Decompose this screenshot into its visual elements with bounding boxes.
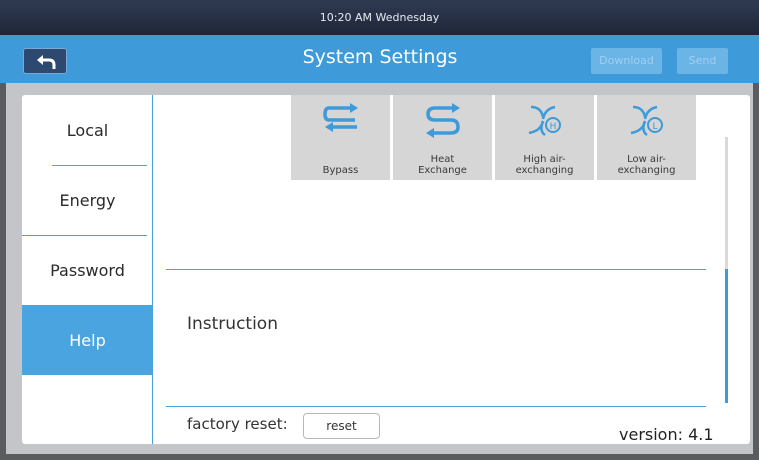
svg-text:H: H — [550, 122, 557, 132]
sidebar-item-password[interactable]: Password — [22, 235, 153, 305]
section-divider — [166, 406, 706, 407]
mode-label-line2: Exchange — [418, 165, 467, 176]
header-bar: System Settings Download Send — [0, 35, 759, 83]
mode-label-line1: Low air- — [627, 154, 666, 165]
section-divider — [166, 269, 706, 270]
sidebar-item-energy[interactable]: Energy — [22, 165, 153, 235]
page-title: System Settings — [302, 46, 458, 68]
download-button[interactable]: Download — [591, 48, 662, 74]
sidebar-item-label: Energy — [59, 190, 116, 210]
low-air-exchanging-icon: L — [630, 105, 663, 137]
send-button[interactable]: Send — [677, 48, 728, 74]
high-air-exchanging-icon: H — [528, 105, 561, 137]
bypass-icon — [323, 103, 358, 132]
settings-panel: Local Energy Password Help Bypass Heat E… — [22, 95, 750, 444]
sidebar-item-label: Local — [66, 120, 109, 140]
mode-bypass[interactable]: Bypass — [291, 95, 390, 180]
mode-label: Heat Exchange — [393, 154, 492, 176]
sidebar-item-label: Help — [69, 330, 106, 350]
mode-label-line2: exchanging — [617, 165, 676, 176]
reset-button[interactable]: reset — [303, 413, 380, 439]
sidebar-item-local[interactable]: Local — [22, 95, 153, 165]
heat-exchange-icon — [426, 103, 460, 138]
mode-label: Bypass — [291, 165, 390, 176]
mode-label-line1: Heat — [430, 154, 455, 165]
mode-label: Low air- exchanging — [597, 154, 696, 176]
sidebar-item-label: Password — [50, 260, 125, 280]
help-content: Bypass Heat Exchange H High air- exchang… — [154, 95, 750, 444]
version-label: version: 4.1 — [619, 425, 714, 444]
scrollbar[interactable] — [725, 137, 728, 403]
status-time: 10:20 AM — [319, 11, 373, 24]
status-bar: 10:20 AM Wednesday — [0, 0, 759, 35]
back-button[interactable] — [23, 48, 67, 74]
mode-label: High air- exchanging — [495, 154, 594, 176]
factory-reset-label: factory reset: — [187, 415, 288, 433]
sidebar: Local Energy Password Help — [22, 95, 153, 444]
status-day: Wednesday — [375, 11, 440, 24]
mode-label-line1: Bypass — [322, 165, 359, 176]
mode-label-line1: High air- — [523, 154, 566, 165]
mode-low-air-exchanging[interactable]: L Low air- exchanging — [597, 95, 696, 180]
scrollbar-thumb[interactable] — [725, 269, 728, 403]
back-arrow-icon — [37, 55, 56, 69]
mode-heat-exchange[interactable]: Heat Exchange — [393, 95, 492, 180]
instruction-label: Instruction — [187, 314, 278, 334]
sidebar-item-help[interactable]: Help — [22, 305, 153, 375]
mode-label-line2: exchanging — [515, 165, 574, 176]
mode-high-air-exchanging[interactable]: H High air- exchanging — [495, 95, 594, 180]
svg-text:L: L — [652, 122, 657, 132]
